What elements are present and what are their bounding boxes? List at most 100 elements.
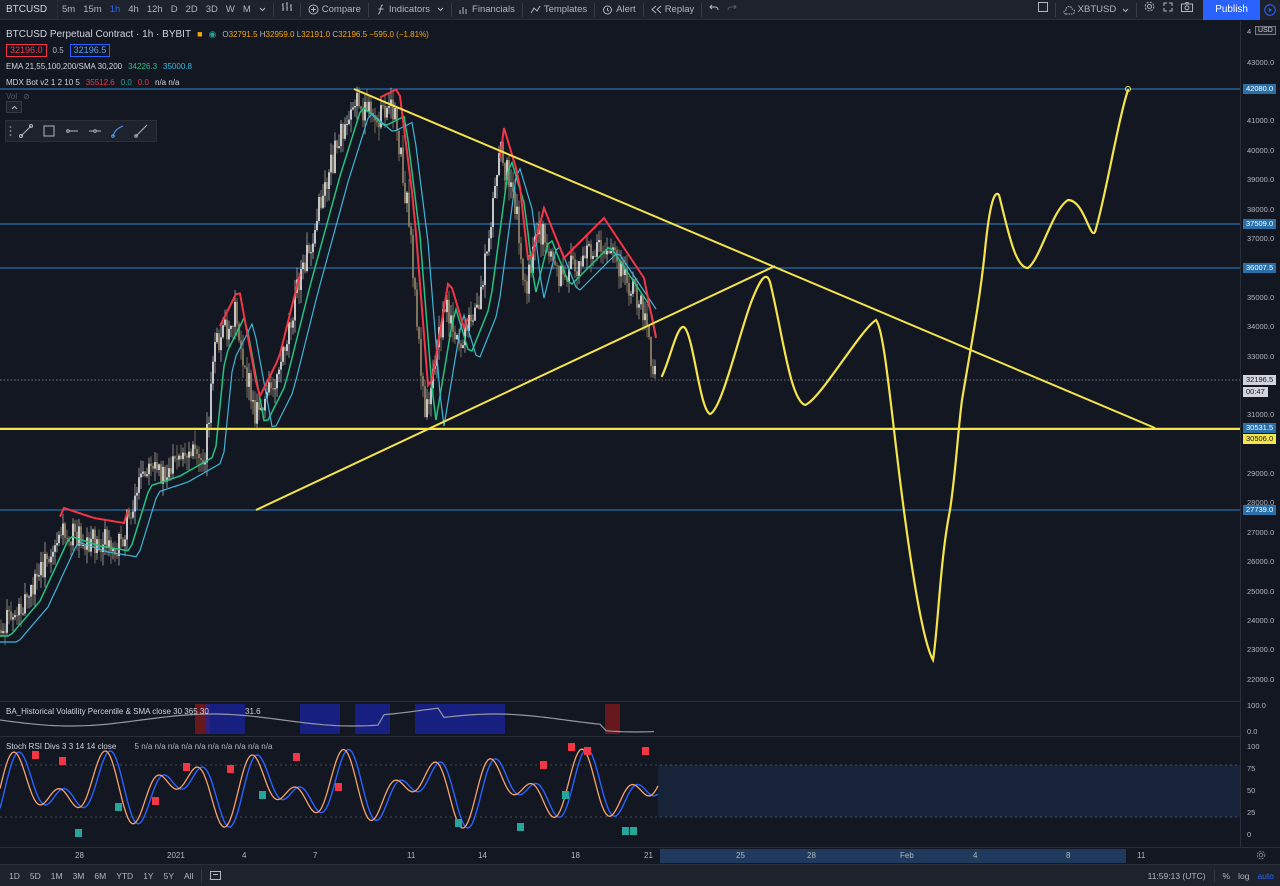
candle-body [208, 422, 210, 425]
time-axis[interactable]: 28 2021 4 7 11 14 18 21 25 28 Feb 4 8 11 [0, 847, 1280, 863]
replay-button[interactable]: Replay [647, 0, 699, 20]
hvp-pane-title[interactable]: BA_Historical Volatility Percentile & SM… [6, 707, 261, 716]
interval-2d[interactable]: 2D [182, 0, 202, 20]
axis-settings-button[interactable] [1256, 850, 1266, 863]
candle-body [86, 537, 88, 550]
price-tag-36007[interactable]: 36007.5 [1243, 263, 1277, 273]
candle-body [56, 543, 58, 546]
range-all[interactable]: All [179, 871, 198, 881]
goto-date-button[interactable] [205, 870, 226, 882]
redo-button[interactable] [723, 0, 741, 20]
bid-price[interactable]: 32196.0 [6, 43, 47, 57]
flag-icon[interactable]: ■ [197, 29, 202, 39]
price-axis[interactable]: 4 USD 43000.0 41000.0 40000.0 39000.0 38000.… [1240, 21, 1280, 847]
drag-handle[interactable] [6, 121, 14, 141]
auto-scale-toggle[interactable]: auto [1257, 871, 1274, 881]
ema-name: EMA 21,55,100,200/SMA 30,200 [6, 61, 123, 71]
stoch-pane-title[interactable]: Stoch RSI Divs 3 3 14 14 close 5 n/a n/a… [6, 742, 272, 751]
percent-scale-toggle[interactable]: % [1223, 871, 1231, 881]
interval-12h[interactable]: 12h [143, 0, 167, 20]
currency-badge[interactable]: USD [1255, 26, 1276, 35]
ask-price[interactable]: 32196.5 [69, 43, 111, 57]
price-tag-30531[interactable]: 30531.5 [1243, 423, 1277, 433]
compare-button[interactable]: Compare [304, 0, 365, 20]
range-1y[interactable]: 1Y [138, 871, 158, 881]
interval-dropdown[interactable] [255, 0, 270, 20]
range-3m[interactable]: 3M [68, 871, 90, 881]
stoch-rsi-pane[interactable] [0, 737, 1240, 847]
range-5d[interactable]: 5D [25, 871, 46, 881]
log-scale-toggle[interactable]: log [1238, 871, 1249, 881]
candle-body [578, 261, 580, 276]
interval-3d[interactable]: 3D [202, 0, 222, 20]
price-axis-label: 31000.0 [1247, 410, 1275, 419]
range-5y[interactable]: 5Y [159, 871, 179, 881]
vol-legend-row[interactable]: Vol ⊘ [6, 90, 429, 102]
trendline-tool[interactable] [14, 121, 37, 141]
legend-collapse-button[interactable] [6, 101, 22, 113]
candle-body [182, 452, 184, 460]
alert-button[interactable]: Alert [598, 0, 640, 20]
date-range-list: 1D 5D 1M 3M 6M YTD 1Y 5Y All [0, 871, 198, 881]
ray-tool[interactable] [129, 121, 152, 141]
range-6m[interactable]: 6M [89, 871, 111, 881]
candle-body [258, 402, 260, 410]
rectangle-tool[interactable] [37, 121, 60, 141]
divergence-marker [183, 763, 190, 771]
fullscreen-box-button[interactable] [1034, 0, 1052, 20]
price-axis-label: 29000.0 [1247, 469, 1275, 478]
divergence-marker [584, 747, 591, 755]
publish-button[interactable]: Publish [1203, 0, 1260, 20]
fullscreen-button[interactable] [1159, 0, 1177, 20]
last-price-tag[interactable]: 32196.5 [1243, 375, 1277, 385]
candle-body [36, 573, 38, 577]
snapshot-button[interactable] [1177, 0, 1197, 20]
price-tag-37509[interactable]: 37509.0 [1243, 219, 1277, 229]
range-1d[interactable]: 1D [4, 871, 25, 881]
candle-body [330, 154, 332, 173]
candle-body [570, 255, 572, 269]
chart-type-button[interactable] [277, 0, 297, 20]
indicators-button[interactable]: Indicators [372, 0, 448, 20]
candle-body [630, 293, 632, 296]
price-tag-27739[interactable]: 27739.0 [1243, 505, 1277, 515]
symbol-search[interactable]: BTCUSD [0, 0, 58, 20]
mdx-value-1: 35512.6 [85, 77, 115, 87]
price-tag-42080[interactable]: 42080.0 [1243, 84, 1277, 94]
interval-d[interactable]: D [167, 0, 182, 20]
range-ytd[interactable]: YTD [111, 871, 138, 881]
ema-legend-row[interactable]: EMA 21,55,100,200/SMA 30,200 34226.3 350… [6, 58, 429, 74]
interval-4h[interactable]: 4h [124, 0, 143, 20]
undo-button[interactable] [705, 0, 723, 20]
range-1m[interactable]: 1M [46, 871, 68, 881]
divider [521, 2, 523, 17]
interval-w[interactable]: W [222, 0, 239, 20]
symbol-title[interactable]: BTCUSD Perpetual Contract · 1h · BYBIT [6, 29, 191, 40]
settings-button[interactable] [1140, 0, 1159, 20]
publish-menu-button[interactable] [1260, 0, 1280, 20]
templates-icon [530, 5, 541, 14]
horizontal-line-tool[interactable] [83, 121, 106, 141]
financials-button[interactable]: Financials [455, 0, 519, 20]
candle-body [404, 182, 406, 204]
utc-clock[interactable]: 11:59:13 (UTC) [1148, 871, 1206, 881]
candle-body [526, 281, 528, 294]
candle-body [50, 556, 52, 563]
eye-crossed-icon[interactable]: ⊘ [23, 92, 30, 101]
candle-body [280, 361, 282, 370]
interval-1h[interactable]: 1h [106, 0, 125, 20]
interval-m[interactable]: M [239, 0, 255, 20]
layout-symbol-button[interactable]: XBTUSD [1059, 0, 1134, 20]
templates-button[interactable]: Templates [526, 0, 591, 20]
interval-15m[interactable]: 15m [79, 0, 105, 20]
horizontal-ray-tool[interactable] [60, 121, 83, 141]
main-chart[interactable] [0, 21, 1240, 701]
time-axis-label: 21 [644, 851, 653, 860]
interval-5m[interactable]: 5m [58, 0, 79, 20]
candle-body [478, 304, 480, 310]
candle-body [640, 295, 642, 305]
price-tag-30506[interactable]: 30506.0 [1243, 434, 1277, 444]
divergence-marker [32, 751, 39, 759]
brush-tool[interactable] [106, 121, 129, 141]
mdx-legend-row[interactable]: MDX Bot v2 1 2 10 5 35512.6 0.0 0.0 n/a … [6, 74, 429, 90]
